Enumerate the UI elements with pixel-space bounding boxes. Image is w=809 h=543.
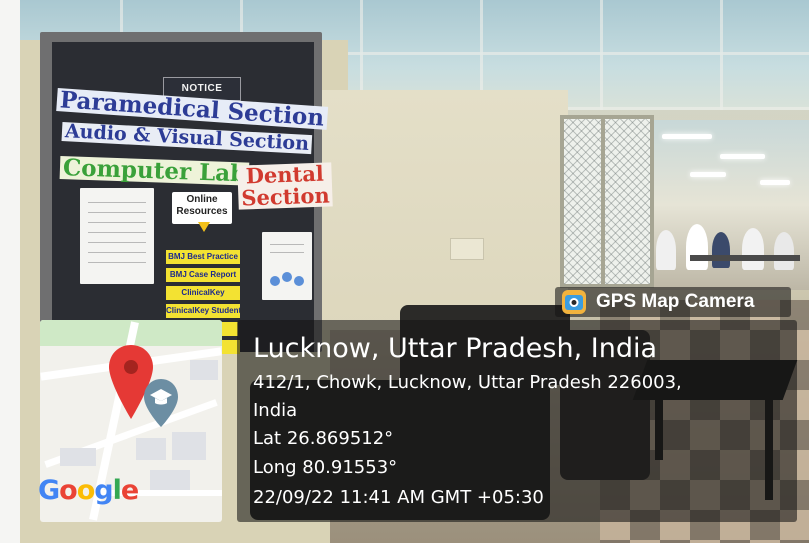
diagram-dot xyxy=(294,276,304,286)
map-building xyxy=(172,432,206,460)
online-resources-line: Online xyxy=(186,194,218,205)
window-grille xyxy=(560,115,654,288)
gps-camera-icon xyxy=(562,290,586,314)
ceiling-light xyxy=(662,134,712,139)
address-line: India xyxy=(253,400,298,421)
photo-border xyxy=(0,0,20,543)
map-building xyxy=(136,438,166,460)
computer-lab-sign: Computer Lab xyxy=(59,154,250,187)
person xyxy=(686,224,708,270)
resource-tag: ClinicalKey xyxy=(166,286,240,300)
hallway xyxy=(650,120,809,290)
text-line xyxy=(88,242,146,243)
online-resources-card: Online Resources xyxy=(172,192,232,224)
latitude-text: Lat 26.869512° xyxy=(253,428,394,449)
datetime-text: 22/09/22 11:41 AM GMT +05:30 xyxy=(253,487,544,508)
longitude-text: Long 80.91553° xyxy=(253,457,398,478)
notice-paper-diagram xyxy=(262,232,312,300)
person xyxy=(712,232,730,268)
resource-tag: BMJ Best Practice xyxy=(166,250,240,264)
arrow-down-icon xyxy=(198,222,210,232)
notice-paper xyxy=(80,188,154,284)
diagram-dot xyxy=(282,272,292,282)
text-line xyxy=(88,252,146,253)
person xyxy=(742,228,764,270)
dental-section-sign: Dental Section xyxy=(237,161,334,211)
school-icon xyxy=(144,379,178,427)
window-frame xyxy=(601,115,605,285)
dental-sign-line: Section xyxy=(240,182,331,211)
person xyxy=(774,232,794,270)
text-line xyxy=(88,262,146,263)
text-line xyxy=(88,222,146,223)
text-line xyxy=(270,252,304,253)
online-resources-line: Resources xyxy=(176,206,228,217)
text-line xyxy=(88,212,146,213)
gps-camera-label: GPS Map Camera xyxy=(596,291,755,312)
ceiling-light xyxy=(760,180,790,185)
text-line xyxy=(270,244,304,245)
hall-table xyxy=(690,255,800,261)
center-wall xyxy=(318,90,568,330)
text-line xyxy=(88,232,146,233)
ceiling-light xyxy=(720,154,765,159)
location-title: Lucknow, Uttar Pradesh, India xyxy=(253,333,658,364)
diagram-dot xyxy=(270,276,280,286)
resource-tag: ClinicalKey Student xyxy=(166,304,240,318)
map-building xyxy=(190,360,218,380)
resource-tag: BMJ Case Report xyxy=(166,268,240,282)
text-line xyxy=(88,202,146,203)
person xyxy=(656,230,676,270)
wall-socket xyxy=(450,238,484,260)
map-building xyxy=(60,448,96,466)
ceiling-light xyxy=(690,172,726,177)
google-logo: Google xyxy=(38,475,139,506)
address-line: 412/1, Chowk, Lucknow, Uttar Pradesh 226… xyxy=(253,372,682,393)
